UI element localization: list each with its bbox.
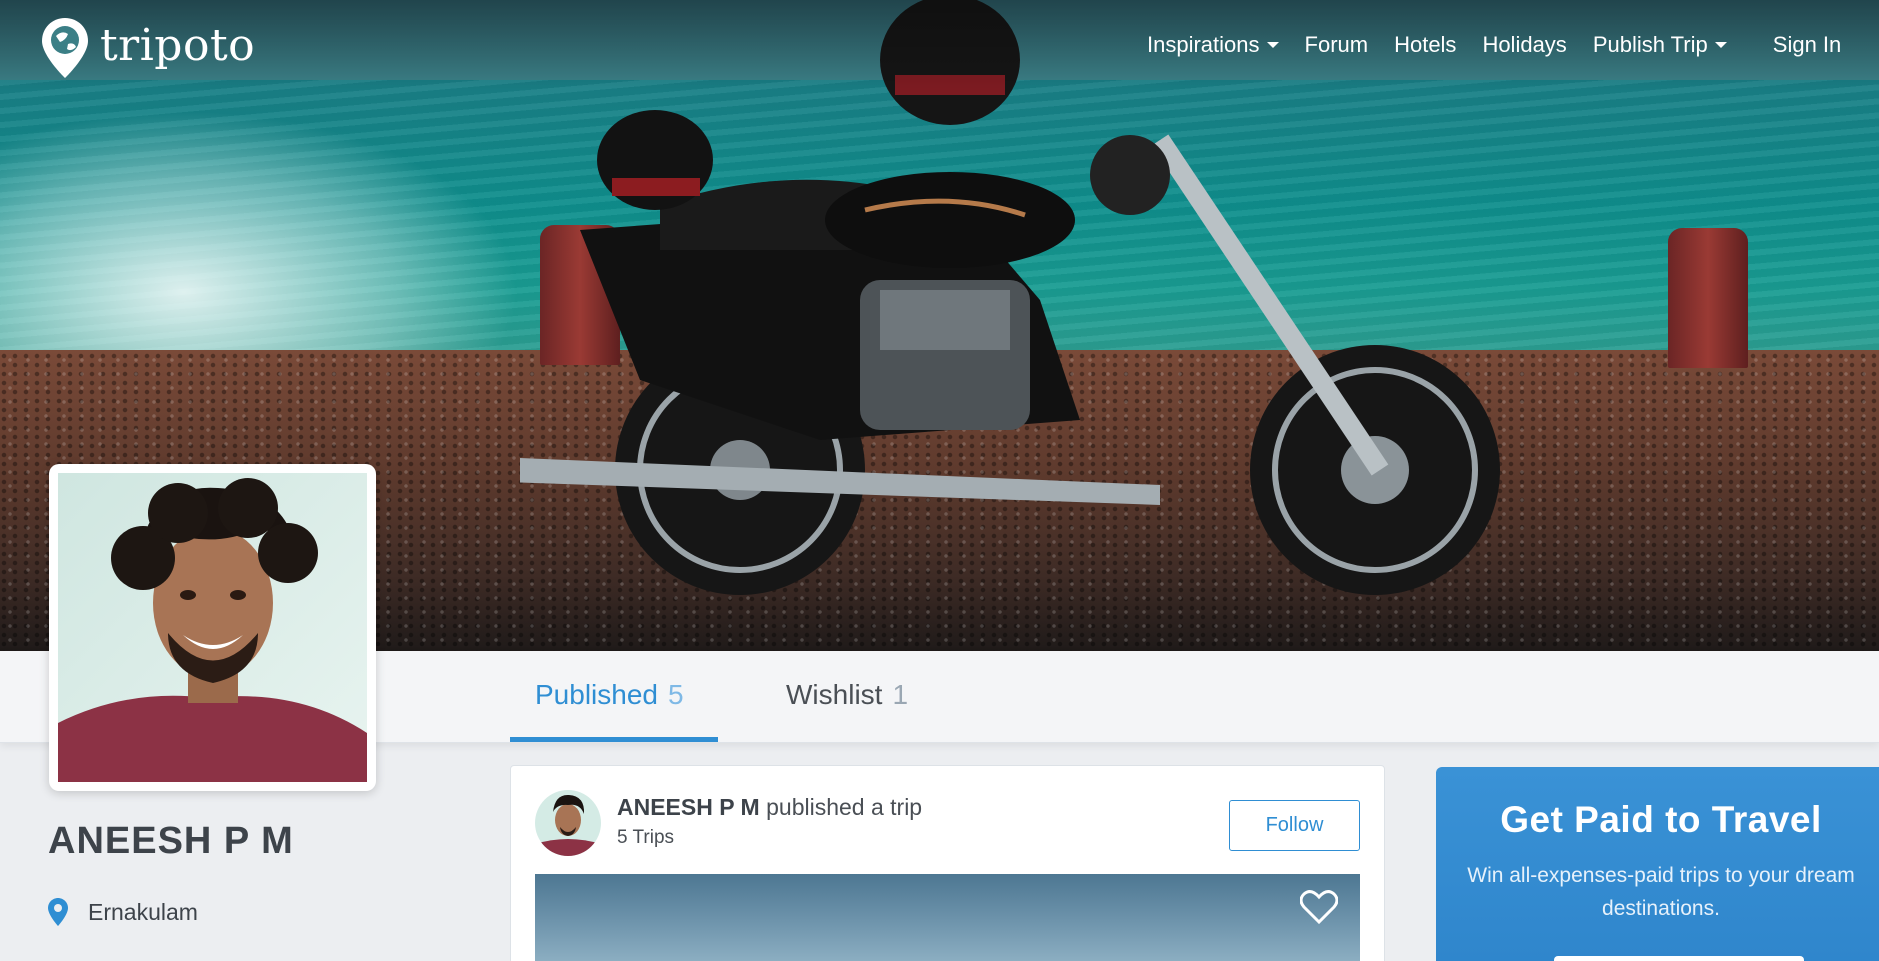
nav-links: Inspirations Forum Hotels Holidays Publi… — [1147, 32, 1841, 58]
promo-subtitle: Win all-expenses-paid trips to your drea… — [1467, 864, 1855, 920]
cover-wave-splash — [0, 110, 520, 370]
feed-trip-count: 5 Trips — [617, 827, 675, 848]
nav-publish-trip[interactable]: Publish Trip — [1593, 32, 1727, 58]
motorcycle-illustration — [520, 0, 1500, 595]
tripoto-logo[interactable]: tripoto — [40, 16, 255, 80]
author-photo — [535, 790, 601, 856]
promo-title: Get Paid to Travel — [1500, 799, 1822, 840]
nav-sign-in-label: Sign In — [1772, 32, 1842, 57]
nav-holidays-label: Holidays — [1482, 32, 1567, 57]
feed-headline: ANEESH P M published a trip — [617, 794, 922, 821]
feed-action: published a trip — [766, 794, 923, 820]
trip-cover-image[interactable] — [535, 874, 1360, 961]
nav-sign-in[interactable]: Sign In — [1773, 32, 1842, 58]
get-paid-promo: Get Paid to Travel Win all-expenses-paid… — [1436, 767, 1879, 961]
tab-published-label: Published — [535, 679, 658, 710]
top-navigation: tripoto Inspirations Forum Hotels Holida… — [0, 0, 1879, 90]
caret-down-icon — [1714, 42, 1727, 48]
trip-feed-card: ANEESH P M published a trip 5 Trips Foll… — [510, 765, 1385, 961]
location-pin-icon — [48, 898, 68, 926]
tab-wishlist-count: 1 — [892, 679, 909, 710]
tab-wishlist-label: Wishlist — [786, 679, 883, 710]
tripoto-logo-icon — [42, 18, 88, 78]
nav-forum[interactable]: Forum — [1305, 32, 1369, 58]
heart-icon[interactable] — [1300, 890, 1338, 924]
tab-wishlist[interactable]: Wishlist 1 — [786, 679, 908, 711]
profile-name: ANEESH P M — [48, 820, 294, 862]
profile-location: Ernakulam — [48, 898, 198, 926]
caret-down-icon — [1266, 42, 1279, 48]
nav-publish-trip-label: Publish Trip — [1592, 32, 1708, 57]
nav-hotels[interactable]: Hotels — [1394, 32, 1456, 58]
active-tab-indicator — [510, 737, 718, 742]
profile-avatar[interactable] — [49, 464, 376, 791]
nav-forum-label: Forum — [1304, 32, 1369, 57]
tab-published-count: 5 — [667, 679, 684, 710]
promo-cta-button[interactable] — [1554, 956, 1804, 961]
brand-name: tripoto — [100, 19, 256, 71]
location-text: Ernakulam — [88, 898, 198, 925]
nav-hotels-label: Hotels — [1394, 32, 1457, 57]
nav-inspirations[interactable]: Inspirations — [1147, 32, 1279, 58]
nav-holidays[interactable]: Holidays — [1482, 32, 1566, 58]
tab-published[interactable]: Published 5 — [535, 679, 684, 711]
cover-bollard-right — [1668, 228, 1748, 368]
feed-author-name[interactable]: ANEESH P M — [617, 794, 760, 820]
profile-photo — [58, 473, 367, 782]
author-avatar[interactable] — [535, 790, 601, 856]
nav-inspirations-label: Inspirations — [1147, 32, 1260, 57]
follow-button[interactable]: Follow — [1229, 800, 1360, 851]
